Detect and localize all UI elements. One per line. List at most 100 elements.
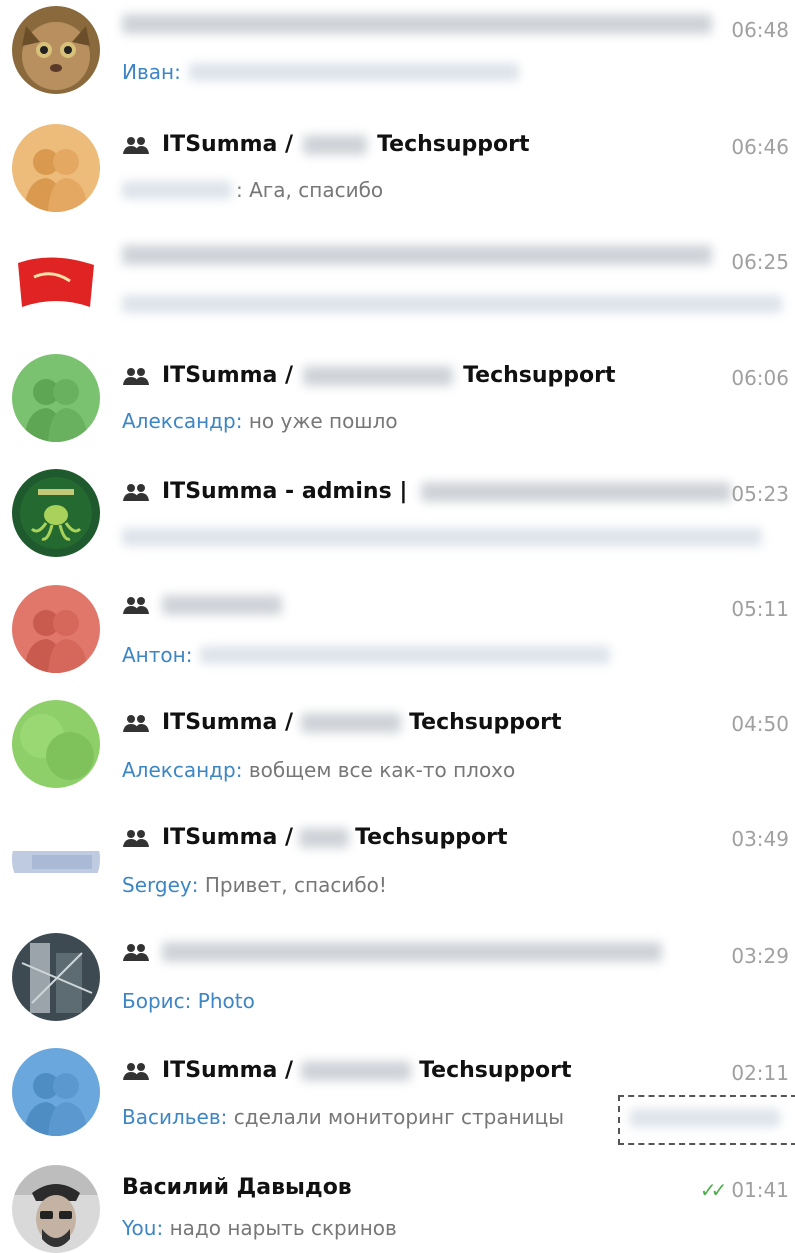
chat-row[interactable]: Василий Давыдов ✓✓ 01:41 You: надо нарыть…: [0, 1150, 795, 1253]
chat-preview: [122, 528, 762, 546]
chat-preview: Александр: вобщем все как-то плохо: [122, 758, 516, 782]
cat-photo-avatar: [12, 6, 100, 94]
chat-time: 04:50: [731, 712, 789, 736]
chat-preview: Александр: но уже пошло: [122, 409, 398, 433]
chat-title: ITSumma / Techsupport: [122, 132, 530, 157]
chat-title: [122, 942, 662, 962]
message-text: но уже пошло: [248, 409, 398, 433]
chat-title: [122, 595, 282, 615]
chat-title: ITSumma - admins |: [122, 479, 732, 504]
redacted-title: [162, 595, 282, 615]
chat-title-text: ITSumma /: [162, 710, 294, 735]
sender-name: Александр: [122, 758, 236, 782]
chat-title-suffix: Techsupport: [377, 132, 530, 157]
chat-time: 06:25: [731, 250, 789, 274]
redacted-title: [303, 365, 454, 386]
sender-name: Александр: [122, 409, 236, 433]
chat-title-text: ITSumma - admins |: [162, 479, 408, 504]
chat-time: 05:11: [731, 597, 789, 621]
chat-time: 03:49: [731, 827, 789, 851]
redacted-title: [122, 14, 712, 34]
chat-title-text: Василий Давыдов: [122, 1175, 352, 1200]
chat-title: [122, 14, 712, 34]
double-check-icon: ✓✓: [699, 1178, 727, 1202]
chat-title-text: ITSumma /: [162, 825, 294, 850]
octopus-avatar: [12, 469, 100, 557]
chat-title: ITSumma / Techsupport: [122, 825, 508, 850]
sender-name: Васильев: [122, 1105, 221, 1129]
chat-preview: Борис: Photo: [122, 989, 255, 1013]
chat-title-suffix: Techsupport: [419, 1058, 572, 1083]
group-icon: [122, 367, 150, 385]
blue-blurred-avatar: [12, 815, 100, 903]
chat-title-text: ITSumma /: [162, 132, 294, 157]
selection-box: [618, 1095, 795, 1145]
chat-row[interactable]: 03:29 Борис: Photo: [0, 920, 795, 1035]
chat-title: ITSumma / Techsupport: [122, 710, 562, 735]
chat-list: 06:48 Иван: ITSumma / Techsupport 06:46 …: [0, 0, 795, 1253]
chat-time: ✓✓ 01:41: [699, 1178, 789, 1202]
chat-preview: Антон:: [122, 643, 611, 667]
message-text: надо нарыть скринов: [169, 1216, 397, 1240]
chat-time: 06:46: [731, 135, 789, 159]
group-icon: [122, 136, 150, 154]
chat-time: 05:23: [731, 482, 789, 506]
chat-row[interactable]: 06:48 Иван:: [0, 0, 795, 115]
redacted-message: [122, 295, 782, 313]
man-photo-avatar: [12, 1165, 100, 1253]
group-placeholder-avatar: [12, 124, 100, 212]
redacted-title: [303, 134, 368, 155]
chat-preview: : Ага, спасибо: [122, 178, 383, 202]
group-icon: [122, 483, 150, 501]
chat-row[interactable]: 05:11 Антон:: [0, 575, 795, 690]
drawing-photo-avatar: [12, 933, 100, 1021]
sender-name: Иван: [122, 60, 175, 84]
message-text: Photo: [197, 989, 255, 1013]
redacted-title: [301, 1060, 412, 1081]
redacted-title: [122, 245, 712, 265]
redacted-title: [299, 827, 350, 848]
chat-row[interactable]: ITSumma / Techsupport 03:49 Sergey: Прив…: [0, 805, 795, 920]
chat-title-suffix: Techsupport: [355, 825, 508, 850]
chat-preview: [122, 295, 782, 313]
chat-title-text: ITSumma /: [162, 363, 294, 388]
chat-title: [122, 245, 712, 265]
chat-row[interactable]: ITSumma - admins | 05:23: [0, 460, 795, 575]
redacted-message: [122, 528, 762, 546]
chat-row[interactable]: 06:25: [0, 230, 795, 345]
redacted-title: [421, 481, 732, 502]
chat-preview: Васильев: сделали мониторинг страницы: [122, 1105, 565, 1129]
chat-row[interactable]: ITSumma / Techsupport 06:46 : Ага, спаси…: [0, 115, 795, 230]
chat-preview: You: надо нарыть скринов: [122, 1216, 397, 1240]
message-text: Привет, спасибо!: [204, 873, 387, 897]
chat-preview: Sergey: Привет, спасибо!: [122, 873, 387, 897]
group-icon: [122, 1062, 150, 1080]
chat-preview: Иван:: [122, 60, 519, 84]
chat-title-suffix: Techsupport: [409, 710, 562, 735]
green-blurred-avatar: [12, 700, 100, 788]
chat-title: Василий Давыдов: [122, 1175, 352, 1200]
chat-title: ITSumma / Techsupport: [122, 363, 616, 388]
chat-row[interactable]: ITSumma / Techsupport 04:50 Александр: в…: [0, 690, 795, 805]
group-icon: [122, 943, 150, 961]
group-placeholder-avatar: [12, 354, 100, 442]
message-text: вобщем все как-то плохо: [248, 758, 516, 782]
sender-name: Антон: [122, 643, 186, 667]
group-icon: [122, 829, 150, 847]
redacted-message: [200, 646, 611, 664]
chat-title-text: ITSumma /: [162, 1058, 294, 1083]
chat-row[interactable]: ITSumma / Techsupport 06:06 Александр: н…: [0, 345, 795, 460]
sender-name: Sergey: [122, 873, 192, 897]
group-icon: [122, 714, 150, 732]
chat-time: 02:11: [731, 1061, 789, 1085]
chat-time: 06:48: [731, 18, 789, 42]
message-text: Ага, спасибо: [249, 178, 384, 202]
group-placeholder-avatar: [12, 585, 100, 673]
redacted-sender: [122, 181, 232, 199]
group-icon: [122, 596, 150, 614]
chat-time: 06:06: [731, 366, 789, 390]
message-text: сделали мониторинг страницы: [233, 1105, 565, 1129]
redacted-title: [301, 712, 402, 733]
chat-row[interactable]: ITSumma / Techsupport 02:11 Васильев: сд…: [0, 1035, 795, 1150]
sender-name: You: [122, 1216, 157, 1240]
